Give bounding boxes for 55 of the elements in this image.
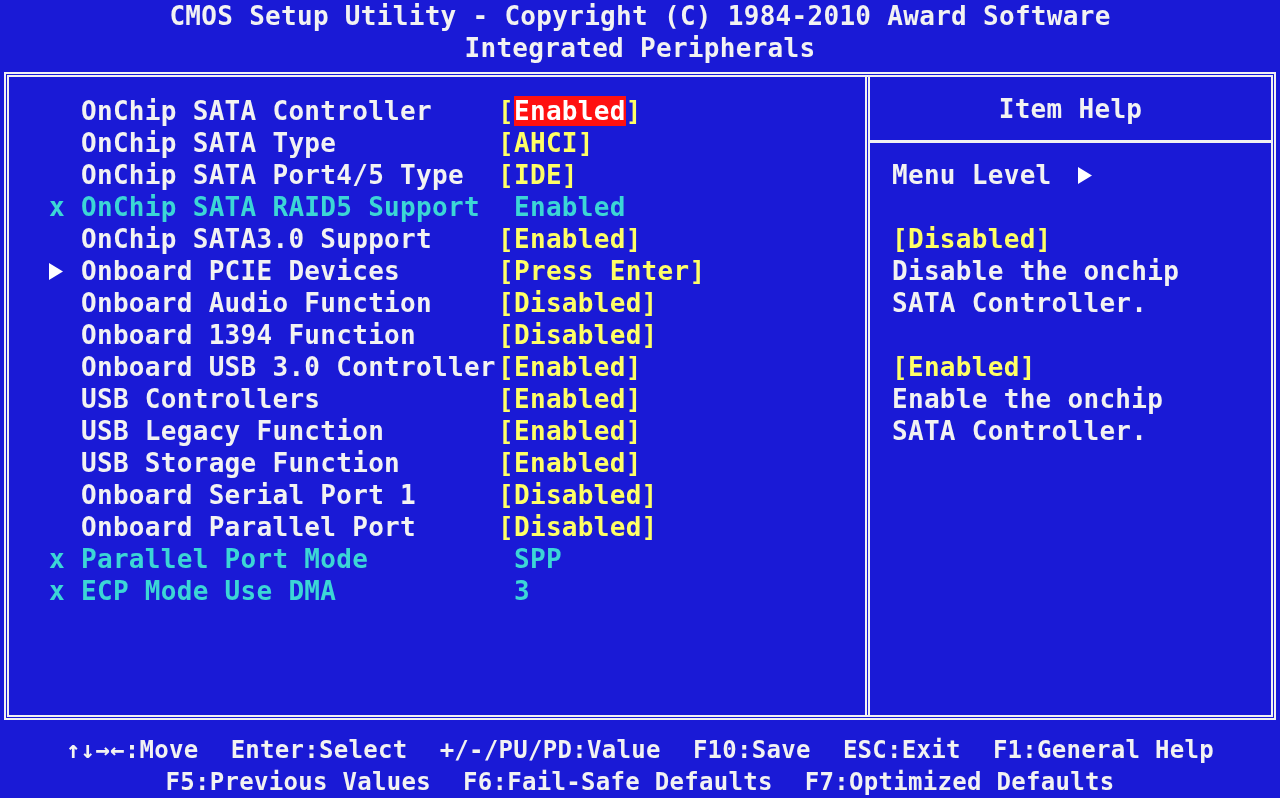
setting-label[interactable]: Onboard Parallel Port xyxy=(81,511,498,543)
setting-value[interactable]: [Disabled] xyxy=(498,511,658,543)
setting-value[interactable]: [Disabled] xyxy=(498,287,658,319)
key-hint: F6:Fail-Safe Defaults xyxy=(463,767,773,798)
setting-value[interactable]: [Enabled] xyxy=(498,415,642,447)
setting-value[interactable]: [Enabled] xyxy=(498,383,642,415)
setting-value: SPP xyxy=(514,543,562,575)
setting-label[interactable]: OnChip SATA Controller xyxy=(81,95,498,127)
setting-label[interactable]: Onboard PCIE Devices xyxy=(81,255,498,287)
key-hint: F7:Optimized Defaults xyxy=(804,767,1115,798)
setting-label[interactable]: Onboard Serial Port 1 xyxy=(81,479,498,511)
locked-marker: x xyxy=(49,575,65,607)
setting-value[interactable]: [IDE] xyxy=(498,159,578,191)
key-hint: F1:General Help xyxy=(992,735,1215,766)
setting-value: Enabled xyxy=(514,191,626,223)
setting-label[interactable]: OnChip SATA Type xyxy=(81,127,498,159)
help-text: SATA Controller. xyxy=(892,415,1149,447)
setting-label[interactable]: OnChip SATA3.0 Support xyxy=(81,223,498,255)
setting-value: 3 xyxy=(514,575,530,607)
key-hint: ESC:Exit xyxy=(842,735,961,766)
locked-marker: x xyxy=(49,543,65,575)
key-hint: F5:Previous Values xyxy=(165,767,431,798)
setting-value[interactable]: [Enabled] xyxy=(498,351,642,383)
setting-value[interactable]: [Press Enter] xyxy=(498,255,706,287)
help-text: Disable the onchip xyxy=(892,255,1181,287)
key-hint: +/-/PU/PD:Value xyxy=(439,735,661,766)
key-hint: Enter:Select xyxy=(230,735,408,766)
help-text: SATA Controller. xyxy=(892,287,1149,319)
setting-label[interactable]: OnChip SATA Port4/5 Type xyxy=(81,159,498,191)
setting-label[interactable]: Onboard USB 3.0 Controller xyxy=(81,351,498,383)
help-option: [Enabled] xyxy=(892,351,1271,383)
setting-value[interactable]: [Disabled] xyxy=(498,319,658,351)
locked-marker: x xyxy=(49,191,65,223)
setting-label[interactable]: OnChip SATA RAID5 Support xyxy=(81,191,498,223)
setting-label[interactable]: Onboard 1394 Function xyxy=(81,319,498,351)
help-option: [Disabled] xyxy=(892,223,1271,255)
page-title: Integrated Peripherals xyxy=(464,32,816,64)
menu-level-label: Menu Level xyxy=(892,159,1052,191)
setting-label[interactable]: Onboard Audio Function xyxy=(81,287,498,319)
setting-label[interactable]: USB Storage Function xyxy=(81,447,498,479)
setting-label[interactable]: USB Legacy Function xyxy=(81,415,498,447)
bios-title: CMOS Setup Utility - Copyright (C) 1984-2010 Award Software xyxy=(169,0,1111,32)
setting-label[interactable]: USB Controllers xyxy=(81,383,498,415)
submenu-arrow-icon xyxy=(49,262,63,280)
key-hint: ↑↓→←:Move xyxy=(65,735,199,766)
setting-value[interactable]: [Enabled] xyxy=(498,223,642,255)
help-text: Enable the onchip xyxy=(892,383,1165,415)
help-title: Item Help xyxy=(998,92,1143,125)
setting-label[interactable]: Parallel Port Mode xyxy=(81,543,498,575)
setting-value[interactable]: [Enabled] xyxy=(498,447,642,479)
setting-value[interactable]: [AHCI] xyxy=(498,127,594,159)
key-hint: F10:Save xyxy=(692,735,811,766)
setting-label[interactable]: ECP Mode Use DMA xyxy=(81,575,498,607)
menu-level-arrow-icon xyxy=(1077,166,1092,184)
setting-value[interactable]: [Disabled] xyxy=(498,479,658,511)
